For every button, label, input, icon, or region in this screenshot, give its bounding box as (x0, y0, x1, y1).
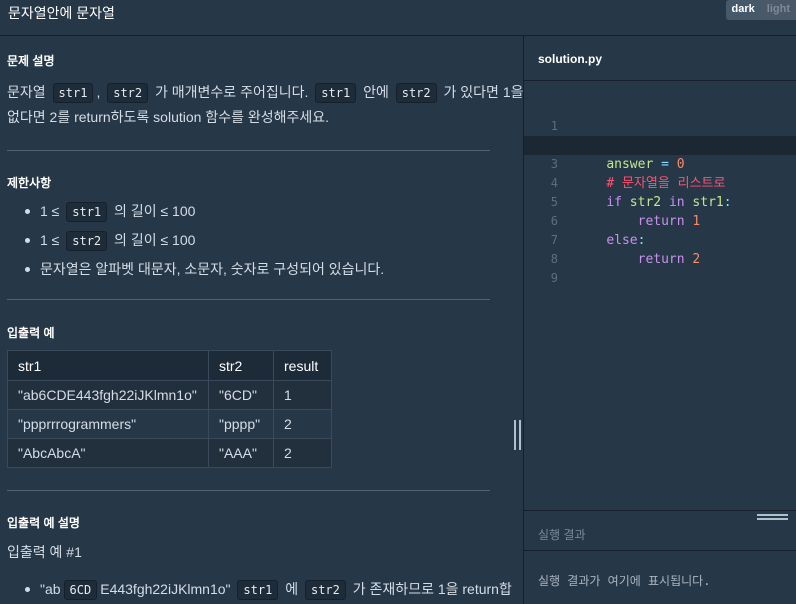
table-cell: "AbcAbcA" (7, 438, 209, 468)
code-line[interactable]: 9 (524, 250, 796, 285)
code-line-active[interactable]: 3 # 문자열을 리스트로 (524, 136, 796, 191)
code-line[interactable]: 2 answer = 0 (524, 117, 796, 172)
text-fragment: 가 존재하므로 1을 return합 (352, 581, 512, 597)
explanation-list: "ab 6CD E443fgh22iJKlmn1o" str1 에 str2 가 존… (22, 578, 512, 604)
text-fragment: 가 매개변수로 주어집니다. (155, 84, 309, 100)
table-cell: "ppprrrogrammers" (7, 409, 209, 439)
table-cell: 2 (273, 409, 332, 439)
text-fragment: 의 길이 ≤ 100 (114, 203, 196, 219)
code-line[interactable]: 5 return 1 (524, 174, 796, 229)
theme-option-dark[interactable]: dark (725, 0, 761, 20)
code-line[interactable]: 6 else: (524, 193, 796, 248)
explanation-section-title: 입출력 예 설명 (7, 516, 80, 530)
line-number: 9 (550, 271, 558, 285)
panel-resize-handle[interactable] (514, 420, 522, 450)
table-row: "AbcAbcA" "AAA" 2 (7, 438, 332, 468)
inline-code-str1: str1 (315, 83, 357, 103)
table-header: str2 (208, 350, 274, 381)
text-fragment: 문자열은 알파벳 대문자, 소문자, 숫자로 구성되어 있습니다. (40, 261, 385, 277)
inline-code-str2: str2 (395, 83, 437, 103)
text-fragment: 1 ≤ (40, 232, 60, 248)
constraints-list: 1 ≤ str1 의 길이 ≤ 100 1 ≤ str2 의 길이 ≤ 100 … (22, 200, 384, 287)
table-row: "ppprrrogrammers" "pppp" 2 (7, 409, 332, 439)
text-fragment: 안에 (363, 84, 389, 100)
table-header: result (273, 350, 332, 381)
code-line[interactable]: 8 (524, 231, 796, 266)
explanation-example-label: 입출력 예 #1 (7, 544, 82, 560)
problem-description-line1: 문자열 str1, str2 가 매개변수로 주어집니다. str1 안에 st… (7, 80, 523, 105)
file-tab[interactable]: solution.py (524, 36, 796, 81)
examples-section-title: 입출력 예 (7, 326, 55, 340)
result-divider (524, 550, 796, 551)
examples-table: str1 str2 result "ab6CDE443fgh22iJKlmn1o… (7, 350, 332, 468)
table-header: str1 (7, 350, 209, 381)
theme-toggle[interactable]: dark light (725, 0, 796, 20)
code-editor[interactable]: 1 def solution(str1, str2): 2 answer = 0… (524, 82, 796, 510)
problem-section-title: 문제 설명 (7, 54, 55, 68)
text-fragment: E443fgh22iJKlmn1o" (100, 581, 231, 597)
inline-code-str2: str2 (304, 580, 346, 600)
inline-code: 6CD (63, 580, 98, 600)
inline-code-str1: str1 (52, 83, 94, 103)
inline-code: str1 (66, 202, 108, 222)
table-cell: "AAA" (208, 438, 274, 468)
inline-code-str2: str2 (107, 83, 149, 103)
text-fragment: "ab (40, 581, 61, 597)
table-row: "ab6CDE443fgh22iJKlmn1o" "6CD" 1 (7, 380, 332, 410)
code-line[interactable]: 4 if str2 in str1: (524, 155, 796, 210)
table-cell: "6CD" (208, 380, 274, 410)
text-fragment: 문자열 (7, 84, 46, 100)
result-resize-grip-icon[interactable] (757, 514, 788, 521)
text-fragment: 에 (285, 581, 299, 597)
top-bar: 문자열안에 문자열 dark light (0, 0, 796, 36)
constraint-item: 1 ≤ str2 의 길이 ≤ 100 (22, 229, 384, 258)
section-divider (7, 490, 490, 491)
file-name: solution.py (538, 52, 602, 66)
result-output: 실행 결과가 여기에 표시됩니다. (538, 574, 711, 588)
editor-panel: solution.py 1 def solution(str1, str2): … (523, 36, 796, 604)
text-fragment: 1 ≤ (40, 203, 60, 219)
result-divider (524, 510, 796, 511)
table-cell: 1 (273, 380, 332, 410)
inline-code: str2 (66, 231, 108, 251)
page-title: 문자열안에 문자열 (8, 5, 115, 21)
text-fragment: 가 있다면 1을 (443, 84, 523, 100)
result-label: 실행 결과 (538, 528, 586, 542)
table-cell: 2 (273, 438, 332, 468)
code-line[interactable]: 1 def solution(str1, str2): (524, 98, 796, 153)
table-cell: "ab6CDE443fgh22iJKlmn1o" (7, 380, 209, 410)
constraints-section-title: 제한사항 (7, 176, 52, 190)
problem-description-line2: 없다면 2를 return하도록 solution 함수를 완성해주세요. (7, 109, 330, 125)
section-divider (7, 150, 490, 151)
section-divider (7, 299, 490, 300)
text-fragment: 의 길이 ≤ 100 (114, 232, 196, 248)
explanation-item: "ab 6CD E443fgh22iJKlmn1o" str1 에 str2 가 존… (22, 578, 512, 604)
theme-option-light[interactable]: light (760, 0, 796, 20)
table-cell: "pppp" (208, 409, 274, 439)
problem-panel[interactable]: 문제 설명 문자열 str1, str2 가 매개변수로 주어집니다. str1… (0, 36, 523, 604)
text-fragment: , (96, 84, 101, 100)
inline-code-str1: str1 (237, 580, 279, 600)
constraint-item: 1 ≤ str1 의 길이 ≤ 100 (22, 200, 384, 229)
constraint-item: 문자열은 알파벳 대문자, 소문자, 숫자로 구성되어 있습니다. (22, 258, 384, 287)
table-header-row: str1 str2 result (7, 350, 332, 381)
code-line[interactable]: 7 return 2 (524, 212, 796, 267)
